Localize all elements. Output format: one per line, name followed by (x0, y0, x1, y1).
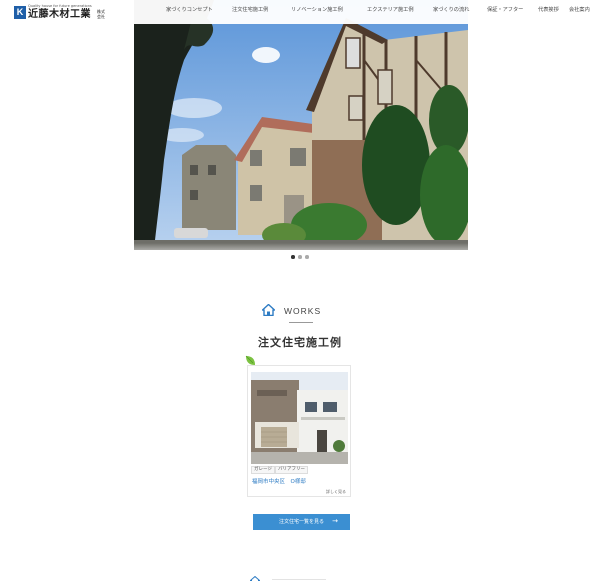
nav-item-exterior[interactable]: エクステリア施工例 (367, 6, 414, 14)
section-label-works: WORKS (284, 306, 322, 316)
nav-item-concept[interactable]: 家づくりコンセプト (166, 6, 213, 14)
nav-item-flow[interactable]: 家づくりの流れ (433, 6, 469, 14)
nav-item-renovation[interactable]: リノベーション施工例 (291, 6, 343, 14)
site-header: K Quality house for future generations 近… (0, 0, 600, 24)
slider-dot[interactable] (305, 255, 309, 259)
button-label: 注文住宅一覧を見る (278, 519, 324, 525)
nav-item-company[interactable]: 会社案内 (569, 6, 590, 14)
section-divider (289, 322, 313, 323)
logo-company-suffix: 株式会社 (97, 9, 105, 19)
works-card-more-link: 詳しく見る (326, 489, 346, 494)
logo-mark: K (14, 6, 26, 19)
arrow-right-icon: → (332, 517, 338, 525)
house-icon (250, 576, 260, 581)
works-card-title: 福岡市中央区 O様邸 (252, 479, 306, 485)
tag-badge: バリアフリー (275, 466, 308, 474)
nav-item-greeting[interactable]: 代表挨拶 (538, 6, 559, 14)
main-nav: 家づくりコンセプト 注文住宅施工例 リノベーション施工例 エクステリア施工例 家… (150, 6, 595, 18)
slider-dot[interactable] (298, 255, 302, 259)
next-section-divider (272, 579, 326, 580)
works-card-photo (251, 372, 348, 464)
view-all-custom-homes-button[interactable]: 注文住宅一覧を見る → (253, 514, 350, 530)
section-title: 注文住宅施工例 (258, 336, 342, 349)
tag-badge: ガレージ (251, 466, 275, 474)
hero-slide-image (134, 0, 468, 250)
works-card[interactable]: ガレージ バリアフリー 福岡市中央区 O様邸 詳しく見る (247, 365, 351, 497)
slider-dot[interactable] (291, 255, 295, 259)
nav-item-custom-homes[interactable]: 注文住宅施工例 (232, 6, 268, 14)
nav-item-warranty[interactable]: 保証・アフター (487, 6, 523, 14)
site-logo[interactable]: K Quality house for future generations 近… (14, 4, 105, 22)
slider-dots (291, 255, 311, 260)
house-icon (262, 304, 275, 316)
hero-photo (134, 0, 468, 250)
logo-tagline: Quality house for future generations (28, 4, 92, 8)
logo-company-name: 近藤木材工業 (28, 9, 91, 20)
